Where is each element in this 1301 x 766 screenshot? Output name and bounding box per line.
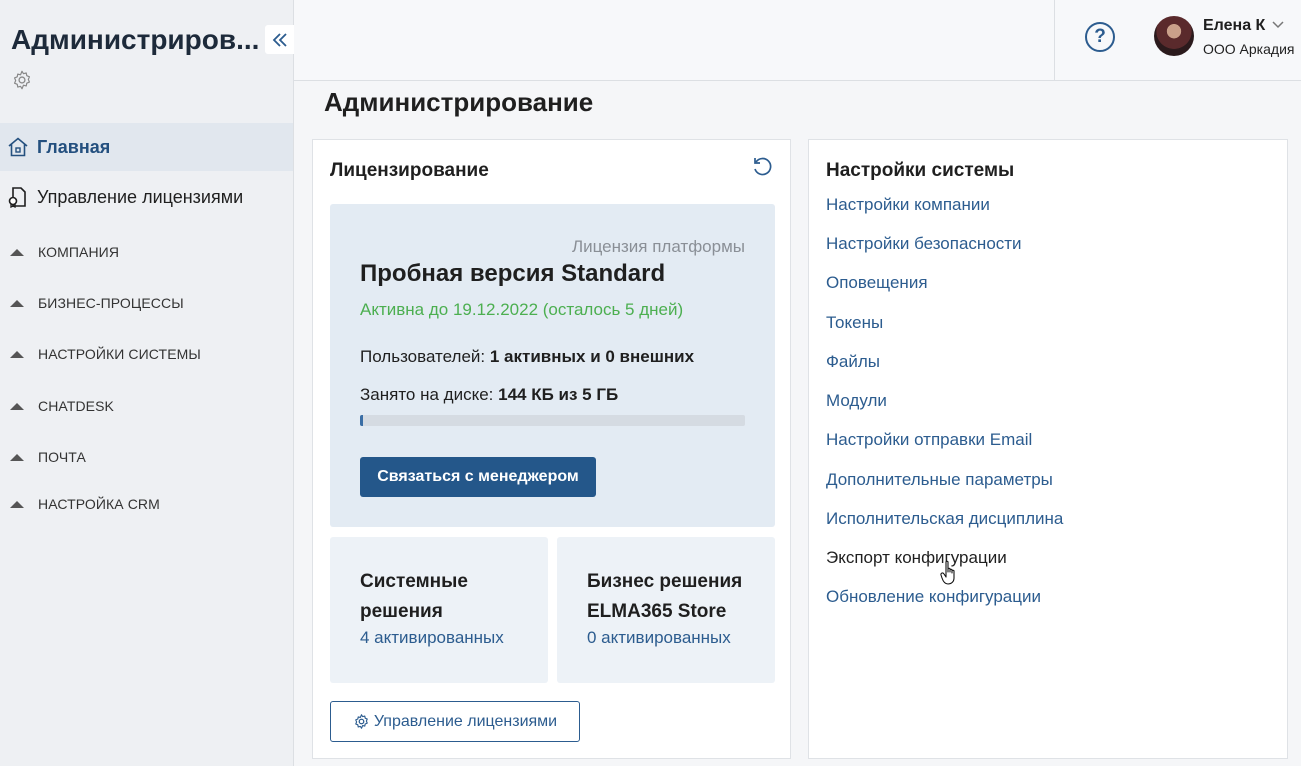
home-icon (6, 135, 30, 159)
section-system-settings[interactable]: НАСТРОЙКИ СИСТЕМЫ (10, 346, 201, 362)
link-email-settings[interactable]: Настройки отправки Email (826, 430, 1032, 450)
collapse-sidebar-button[interactable] (265, 25, 294, 54)
manage-licenses-label: Управление лицензиями (373, 712, 558, 730)
link-export-config[interactable]: Экспорт конфигурации (826, 548, 1007, 568)
link-security-settings[interactable]: Настройки безопасности (826, 234, 1022, 254)
top-header: ? Елена К ООО Аркадия (294, 0, 1301, 81)
link-company-settings[interactable]: Настройки компании (826, 195, 990, 215)
license-icon (6, 185, 30, 209)
tile-title: Бизнес решения ELMA365 Store (587, 571, 743, 622)
section-label: КОМПАНИЯ (38, 244, 120, 260)
store-solutions-link[interactable]: 0 активированных (587, 628, 731, 648)
sidebar-item-label: Главная (37, 136, 111, 157)
section-label: CHATDESK (38, 398, 114, 414)
sidebar-item-home[interactable]: Главная (0, 123, 293, 171)
section-label: НАСТРОЙКА CRM (38, 496, 160, 512)
triangle-up-icon (10, 453, 24, 461)
link-files[interactable]: Файлы (826, 352, 880, 372)
system-settings-title: Настройки системы (826, 160, 1015, 181)
store-solutions-tile: Бизнес решения ELMA365 Store 0 активиров… (557, 537, 775, 683)
gear-icon[interactable] (11, 69, 33, 91)
license-disk: Занято на диске: 144 КБ из 5 ГБ (360, 385, 618, 405)
section-chatdesk[interactable]: CHATDESK (10, 398, 114, 414)
platform-license-box: Лицензия платформы Пробная версия Standa… (330, 204, 775, 527)
link-tokens[interactable]: Токены (826, 313, 883, 333)
sidebar-title: Администриров... (11, 24, 260, 55)
section-business-processes[interactable]: БИЗНЕС-ПРОЦЕССЫ (10, 295, 184, 311)
header-divider (1054, 0, 1055, 81)
sidebar-item-licenses[interactable]: Управление лицензиями (0, 173, 293, 221)
contact-manager-button[interactable]: Связаться с менеджером (360, 457, 596, 497)
hand-cursor-icon (940, 560, 955, 585)
users-value: 1 активных и 0 внешних (489, 347, 695, 366)
link-modules[interactable]: Модули (826, 391, 887, 411)
section-label: НАСТРОЙКИ СИСТЕМЫ (38, 346, 201, 362)
triangle-up-icon (10, 402, 24, 410)
triangle-up-icon (10, 299, 24, 307)
user-name[interactable]: Елена К (1203, 17, 1265, 35)
section-company[interactable]: КОМПАНИЯ (10, 244, 119, 260)
refresh-icon[interactable] (751, 156, 773, 178)
license-users: Пользователей: 1 активных и 0 внешних (360, 347, 694, 367)
section-label: ПОЧТА (38, 449, 86, 465)
sidebar-item-label: Управление лицензиями (37, 186, 244, 207)
system-solutions-tile: Системные решения 4 активированных (330, 537, 548, 683)
license-plan: Пробная версия Standard (360, 260, 666, 287)
link-additional-params[interactable]: Дополнительные параметры (826, 470, 1053, 490)
page-title: Администрирование (324, 87, 594, 117)
licensing-card: Лицензирование Лицензия платформы Пробна… (312, 139, 791, 759)
tile-title: Системные решения (360, 571, 468, 622)
system-solutions-link[interactable]: 4 активированных (360, 628, 504, 648)
chevron-down-icon[interactable] (1271, 20, 1285, 30)
sidebar: Администриров... Главная Управление лице… (0, 0, 294, 766)
disk-label: Занято на диске: (360, 385, 494, 404)
disk-usage-bar (360, 415, 745, 426)
link-notifications[interactable]: Оповещения (826, 273, 928, 293)
section-label: БИЗНЕС-ПРОЦЕССЫ (38, 295, 184, 311)
gear-icon (355, 714, 368, 729)
licensing-title: Лицензирование (330, 160, 489, 181)
triangle-up-icon (10, 248, 24, 256)
double-chevron-left-icon (272, 32, 287, 47)
license-active-until: Активна до 19.12.2022 (осталось 5 дней) (360, 300, 684, 319)
link-execution-discipline[interactable]: Исполнительская дисциплина (826, 509, 1063, 529)
users-label: Пользователей: (360, 347, 486, 366)
disk-value: 144 КБ из 5 ГБ (498, 385, 619, 404)
system-settings-card: Настройки системы Настройки компании Нас… (808, 139, 1288, 759)
section-mail[interactable]: ПОЧТА (10, 449, 86, 465)
section-crm-settings[interactable]: НАСТРОЙКА CRM (10, 496, 160, 512)
link-update-config[interactable]: Обновление конфигурации (826, 587, 1041, 607)
triangle-up-icon (10, 350, 24, 358)
avatar[interactable] (1154, 16, 1194, 56)
triangle-up-icon (10, 500, 24, 508)
disk-usage-fill (360, 415, 363, 426)
user-org: ООО Аркадия (1203, 41, 1295, 57)
help-icon[interactable]: ? (1085, 22, 1115, 52)
platform-license-label: Лицензия платформы (571, 237, 745, 256)
manage-licenses-button[interactable]: Управление лицензиями (330, 701, 580, 742)
